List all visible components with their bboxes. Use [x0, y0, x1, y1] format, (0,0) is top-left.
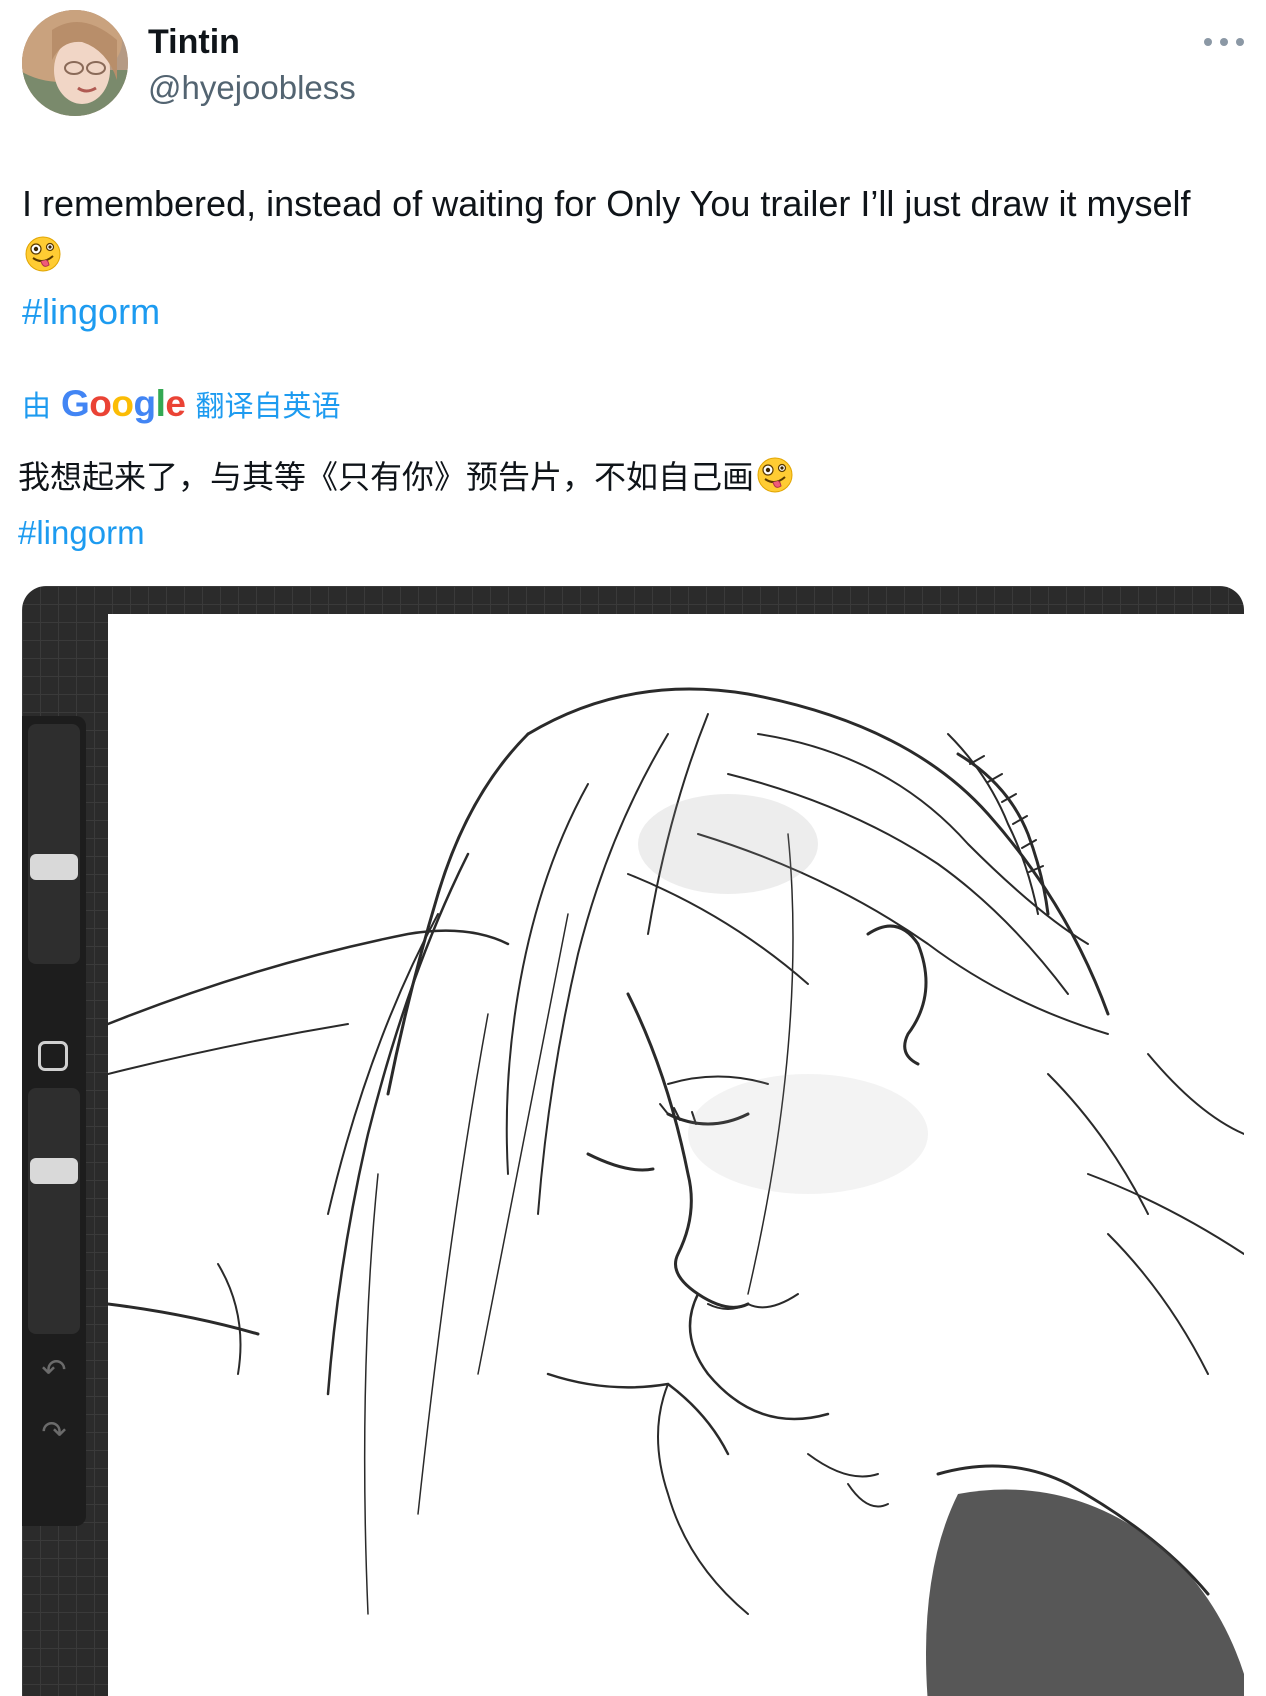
brush-size-slider[interactable]: [28, 724, 80, 964]
translated-text: 我想起来了，与其等《只有你》预告片，不如自己画: [18, 458, 755, 496]
tweet-text: I remembered, instead of waiting for Onl…: [22, 183, 1191, 224]
translated-by-google: 由 Google 翻译自英语: [22, 382, 341, 426]
hashtag-link[interactable]: #lingorm: [22, 286, 1222, 337]
more-options-icon[interactable]: [1204, 32, 1244, 52]
undo-icon[interactable]: ↶: [36, 1356, 72, 1386]
brush-size-thumb[interactable]: [30, 854, 78, 880]
author-avatar[interactable]: [22, 10, 128, 116]
modify-button-icon[interactable]: [38, 1041, 68, 1071]
zany-face-icon: [24, 235, 62, 286]
sketch-illustration: [108, 687, 1244, 1696]
tweet-media-image[interactable]: ↶ ↷: [22, 586, 1244, 1696]
drawing-canvas: [108, 614, 1244, 1696]
author-handle[interactable]: @hyejoobless: [148, 68, 356, 108]
translation-suffix[interactable]: 翻译自英语: [195, 383, 340, 425]
opacity-thumb[interactable]: [30, 1158, 78, 1184]
tweet-body: I remembered, instead of waiting for Onl…: [22, 178, 1222, 337]
translation-prefix: 由: [22, 391, 52, 423]
zany-face-icon: [756, 456, 794, 508]
translated-hashtag-link[interactable]: #lingorm: [18, 508, 1218, 558]
opacity-slider[interactable]: [28, 1088, 80, 1334]
author-display-name[interactable]: Tintin: [148, 22, 240, 62]
drawing-toolbar: ↶ ↷: [22, 716, 86, 1526]
redo-icon[interactable]: ↷: [36, 1418, 72, 1448]
google-logo-icon: Google: [61, 383, 186, 424]
tweet-header: Tintin @hyejoobless: [22, 10, 1244, 120]
translated-text-block: 我想起来了，与其等《只有你》预告片，不如自己画 #lingorm: [18, 452, 1218, 558]
